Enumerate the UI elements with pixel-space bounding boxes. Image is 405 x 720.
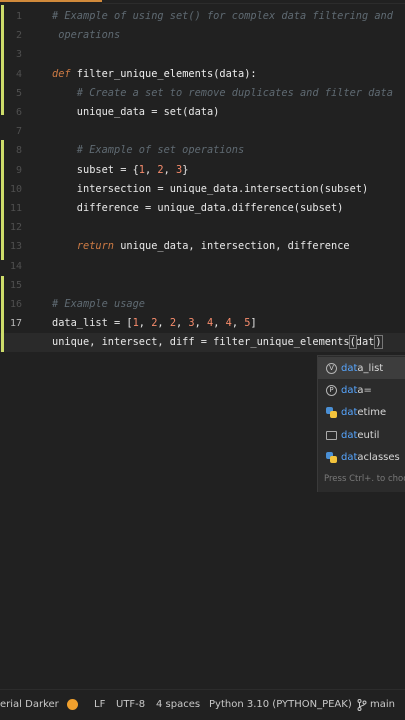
- autocomplete-item[interactable]: Pdat a=: [318, 379, 405, 401]
- code-token: dat: [355, 336, 375, 349]
- autocomplete-item[interactable]: dat etime: [318, 402, 405, 424]
- line-number: 1: [15, 11, 22, 22]
- notification-dot-icon[interactable]: [67, 699, 78, 710]
- match-text: dat: [341, 362, 358, 374]
- line-number: 7: [15, 126, 22, 138]
- match-text: dat: [341, 407, 358, 419]
- match-text: dat: [341, 452, 358, 464]
- encoding-indicator[interactable]: UTF-8: [116, 699, 145, 710]
- code-token: # Create a set to remove duplicates and …: [52, 86, 393, 99]
- autocomplete-item[interactable]: Vdat a_list: [318, 357, 405, 379]
- code-line[interactable]: subset = {1, 2, 3}: [52, 161, 189, 180]
- autocomplete-popup[interactable]: Vdat a_list Pdat a= dat etime dat eutil dat aclas…: [317, 355, 405, 492]
- code-token: # Example usage: [52, 298, 145, 310]
- indent-indicator[interactable]: 4 spaces: [156, 699, 200, 710]
- code-line[interactable]: data_list = [1, 2, 2, 3, 4, 4, 5]: [52, 314, 257, 333]
- line-number: 11: [9, 203, 22, 214]
- code-token: data_list = [: [52, 317, 133, 330]
- line-number: 12: [9, 222, 22, 234]
- code-line[interactable]: # Create a set to remove duplicates and …: [52, 84, 393, 103]
- autocomplete-hint: Press Ctrl+. to choose: [324, 474, 405, 484]
- code-line[interactable]: def filter_unique_elements(data):: [52, 65, 257, 84]
- line-number: 2: [15, 30, 22, 42]
- match-text: dat: [341, 384, 358, 396]
- line-number-gutter: 1 2 3 4 5 6 7 8 9 10 11 12 13 14 15 16 17: [0, 0, 44, 690]
- line-number: 17: [9, 318, 22, 330]
- code-line[interactable]: unique_data = set(data): [52, 103, 220, 122]
- status-bar: erial Darker LF UTF-8 4 spaces Python 3.…: [0, 689, 405, 720]
- line-ending-indicator[interactable]: LF: [94, 699, 105, 710]
- line-number: 5: [15, 87, 22, 99]
- code-token: return: [76, 240, 115, 253]
- autocomplete-item[interactable]: dat aclasses: [318, 447, 405, 469]
- code-token: unique, intersect, diff = filter_unique_…: [52, 336, 350, 349]
- code-token: ,: [163, 163, 177, 176]
- python-module-icon: [326, 452, 337, 464]
- code-token: ,: [231, 317, 245, 330]
- code-token: unique_data, intersection, difference: [114, 240, 350, 253]
- code-token: operations: [52, 29, 121, 42]
- code-token: ,: [157, 317, 170, 330]
- code-token: ): [374, 335, 383, 350]
- code-token: unique_data = set(data): [52, 106, 220, 118]
- line-number: 14: [9, 260, 22, 272]
- tab-bar-divider: [102, 3, 405, 4]
- line-number: 3: [15, 49, 22, 61]
- completion-text: aclasses: [357, 452, 400, 464]
- line-number: 6: [15, 107, 22, 118]
- line-number: 10: [9, 183, 22, 195]
- code-token: ,: [145, 163, 158, 176]
- code-line[interactable]: operations: [52, 26, 120, 45]
- parameter-icon: P: [326, 384, 337, 396]
- code-token: ,: [213, 317, 226, 330]
- line-number: 9: [15, 164, 22, 176]
- code-token: subset = {: [52, 163, 139, 176]
- code-line[interactable]: unique, intersect, diff = filter_unique_…: [52, 333, 383, 352]
- code-line[interactable]: intersection = unique_data.intersection(…: [52, 180, 368, 199]
- code-token: ]: [250, 317, 257, 330]
- match-text: dat: [341, 429, 358, 441]
- python-module-icon: [326, 407, 337, 419]
- autocomplete-item[interactable]: dat eutil: [318, 424, 405, 446]
- git-branch-label[interactable]: main: [370, 699, 395, 710]
- line-number: 16: [9, 299, 22, 310]
- code-line[interactable]: return unique_data, intersection, differ…: [52, 237, 350, 256]
- code-token: ,: [176, 317, 189, 330]
- line-number: 4: [15, 68, 22, 80]
- folder-package-icon: [326, 430, 337, 440]
- code-token: ,: [194, 317, 208, 330]
- code-token: # Example of using set() for complex dat…: [52, 10, 393, 22]
- code-line[interactable]: difference = unique_data.difference(subs…: [52, 199, 344, 218]
- code-token: intersection = unique_data.intersection(…: [52, 182, 369, 195]
- completion-text: a=: [357, 384, 372, 396]
- completion-text: etime: [357, 407, 387, 419]
- git-branch-icon: [357, 699, 367, 711]
- code-token: }: [182, 163, 189, 176]
- code-token: filter_unique_elements(data):: [70, 67, 257, 80]
- line-number: 15: [9, 279, 22, 291]
- completion-text: a_list: [357, 362, 384, 374]
- code-token: difference = unique_data.difference(subs…: [52, 202, 344, 214]
- line-number: 8: [15, 145, 22, 157]
- code-token: # Example of set operations: [52, 144, 245, 157]
- theme-indicator[interactable]: erial Darker: [0, 699, 59, 710]
- code-line[interactable]: # Example of using set() for complex dat…: [52, 7, 393, 26]
- code-line[interactable]: # Example of set operations: [52, 141, 244, 160]
- line-number: 13: [9, 241, 22, 253]
- code-token: def: [52, 67, 71, 80]
- completion-text: eutil: [357, 429, 380, 441]
- interpreter-indicator[interactable]: Python 3.10 (PYTHON_PEAK): [209, 699, 352, 710]
- code-token: ,: [138, 317, 152, 330]
- variable-icon: V: [326, 362, 337, 374]
- code-line[interactable]: # Example usage: [52, 295, 145, 314]
